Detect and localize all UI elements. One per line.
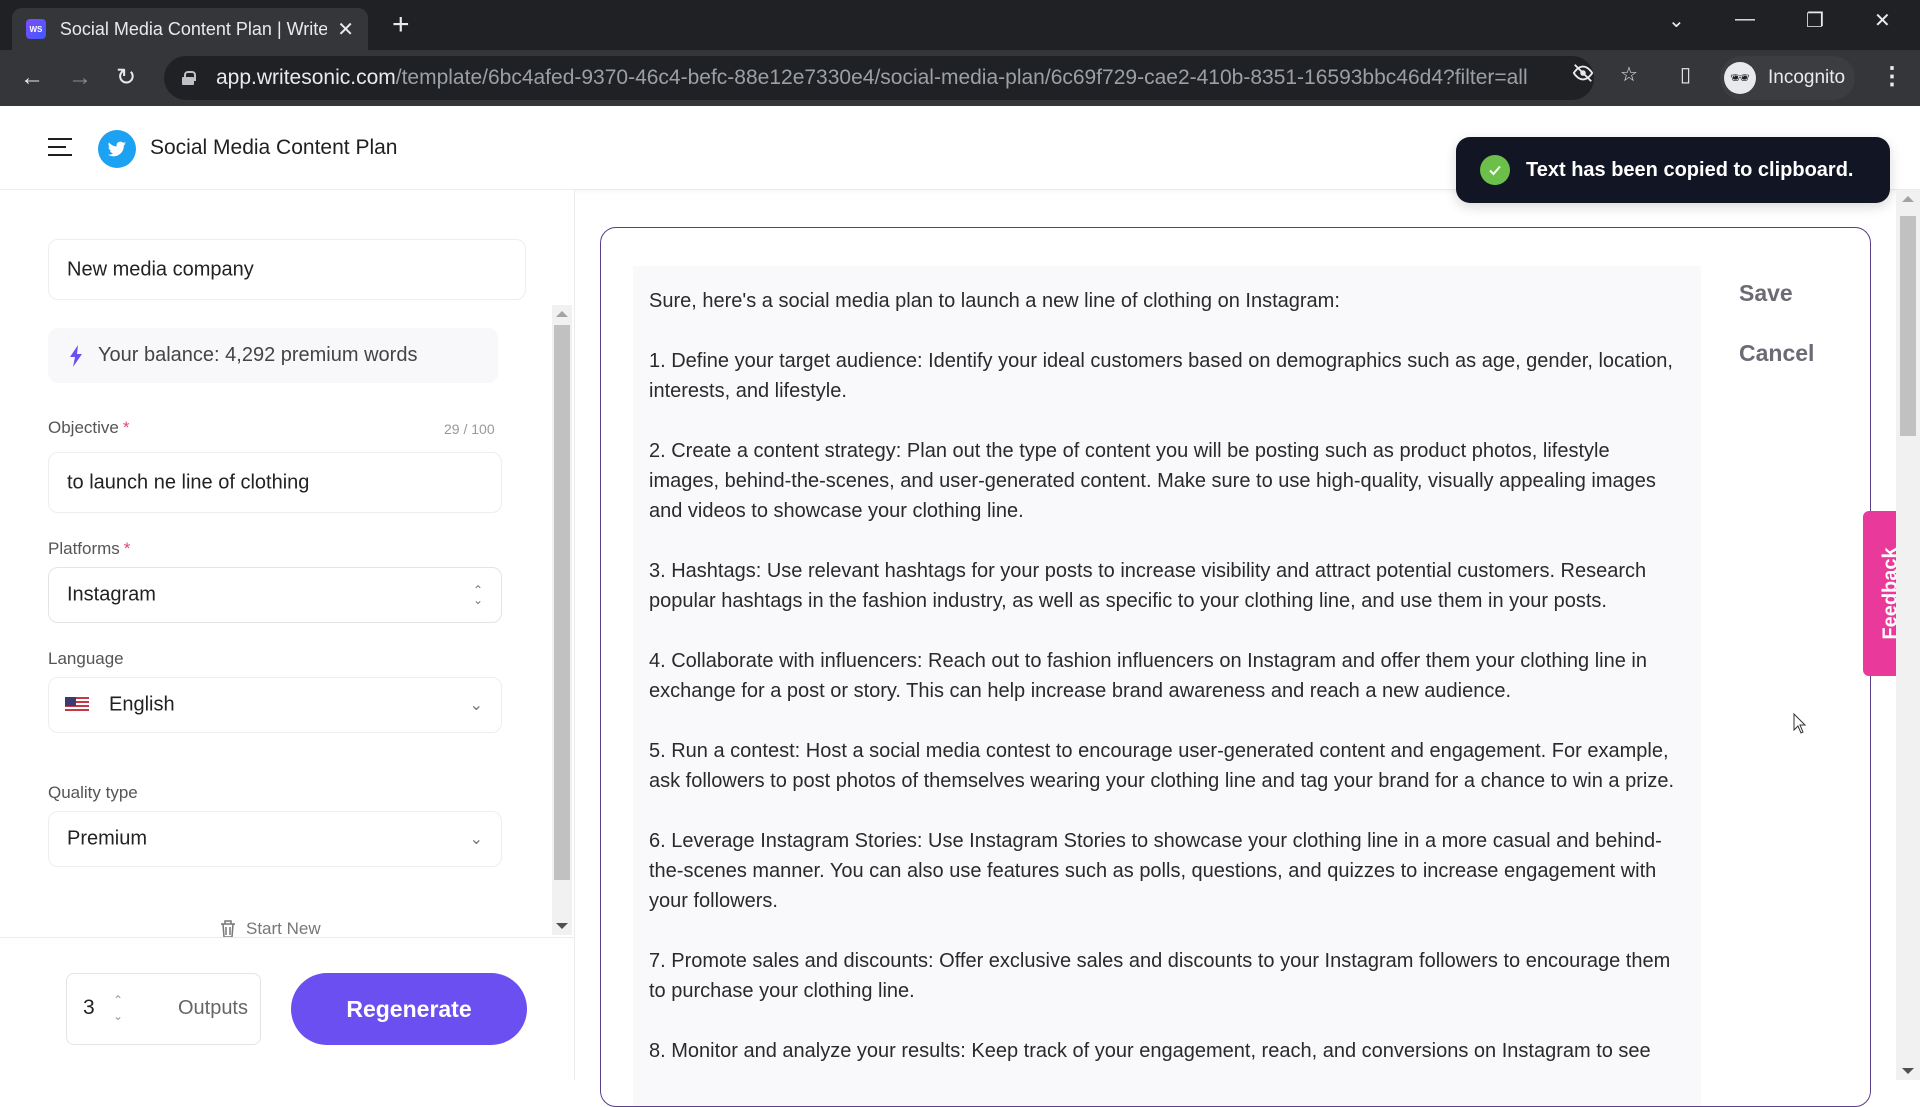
writesonic-favicon-icon: WS bbox=[26, 19, 46, 39]
page-scrollbar[interactable] bbox=[1896, 190, 1920, 1080]
tab-close-icon[interactable]: ✕ bbox=[337, 17, 354, 42]
toast-message: Text has been copied to clipboard. bbox=[1526, 158, 1854, 181]
company-name-input[interactable]: New media company bbox=[48, 239, 526, 300]
window-close-icon[interactable]: ✕ bbox=[1874, 8, 1891, 33]
mouse-cursor-icon bbox=[1793, 713, 1807, 734]
quality-type-select[interactable]: Premium ⌄ bbox=[48, 811, 502, 867]
tab-title: Social Media Content Plan | Writesonic bbox=[59, 18, 328, 39]
form-scrollbar-thumb[interactable] bbox=[554, 325, 570, 880]
forward-icon[interactable]: → bbox=[68, 64, 92, 92]
start-new-button[interactable]: Start New bbox=[220, 920, 321, 938]
trash-icon bbox=[221, 920, 235, 938]
url-input[interactable]: app.writesonic.com/template/6bc4afed-937… bbox=[164, 56, 1594, 100]
back-icon[interactable]: ← bbox=[20, 64, 44, 92]
form-scrollbar[interactable] bbox=[552, 305, 572, 935]
outputs-label: Outputs bbox=[177, 997, 248, 1019]
cancel-button[interactable]: Cancel bbox=[1739, 340, 1814, 367]
balance-banner: Your balance: 4,292 premium words bbox=[48, 328, 498, 383]
minimize-icon[interactable]: — bbox=[1735, 8, 1755, 31]
scroll-down-icon[interactable] bbox=[1902, 1068, 1914, 1074]
quality-type-label: Quality type bbox=[48, 783, 138, 802]
output-card: Sure, here's a social media plan to laun… bbox=[600, 227, 1871, 1107]
url-text: app.writesonic.com/template/6bc4afed-937… bbox=[216, 66, 1528, 89]
tab-search-chevron-icon[interactable]: ⌄ bbox=[1668, 8, 1685, 33]
regenerate-button[interactable]: Regenerate bbox=[291, 973, 527, 1045]
divider bbox=[0, 937, 575, 938]
side-panel-icon[interactable]: ▯ bbox=[1680, 62, 1691, 87]
outputs-value[interactable]: 3 bbox=[83, 996, 95, 1020]
output-plan-step: 7. Promote sales and discounts: Offer ex… bbox=[649, 950, 1671, 1002]
objective-char-counter: 29 / 100 bbox=[444, 421, 495, 437]
twitter-icon bbox=[98, 130, 136, 168]
platforms-label: Platforms * bbox=[48, 539, 131, 558]
scroll-up-icon[interactable] bbox=[556, 311, 568, 317]
chevron-down-icon: ⌄ bbox=[469, 697, 483, 714]
incognito-label: Incognito bbox=[1768, 67, 1846, 88]
language-select[interactable]: English ⌄ bbox=[48, 677, 502, 733]
objective-label: Objective * bbox=[48, 418, 130, 437]
output-plan-step: 5. Run a contest: Host a social media co… bbox=[649, 740, 1675, 792]
output-text-editor[interactable]: Sure, here's a social media plan to laun… bbox=[633, 266, 1701, 1106]
lightning-icon bbox=[70, 344, 82, 367]
restore-icon[interactable]: ❐ bbox=[1806, 8, 1824, 33]
output-plan-step: 2. Create a content strategy: Plan out t… bbox=[649, 440, 1656, 522]
incognito-icon: 🕶 bbox=[1724, 62, 1756, 94]
clipboard-toast: Text has been copied to clipboard. bbox=[1456, 137, 1890, 203]
language-label: Language bbox=[48, 649, 124, 668]
output-plan-step: 4. Collaborate with influencers: Reach o… bbox=[649, 650, 1647, 702]
output-plan-step: 1. Define your target audience: Identify… bbox=[649, 350, 1673, 402]
scroll-up-icon[interactable] bbox=[1902, 196, 1914, 202]
bookmark-star-icon[interactable]: ☆ bbox=[1620, 62, 1638, 87]
lock-icon bbox=[182, 71, 196, 85]
scroll-down-icon[interactable] bbox=[556, 923, 568, 929]
incognito-profile-button[interactable]: 🕶 Incognito bbox=[1720, 56, 1856, 100]
input-form-panel: New media company Your balance: 4,292 pr… bbox=[0, 190, 575, 1080]
output-plan-step: 3. Hashtags: Use relevant hashtags for y… bbox=[649, 560, 1647, 612]
stepper-arrows-icon[interactable]: ⌃ ⌄ bbox=[113, 992, 123, 1024]
output-intro: Sure, here's a social media plan to laun… bbox=[649, 290, 1340, 312]
browser-tab[interactable]: WS Social Media Content Plan | Writesoni… bbox=[12, 8, 368, 50]
browser-menu-icon[interactable]: ⋮ bbox=[1880, 62, 1904, 91]
check-circle-icon bbox=[1480, 155, 1510, 185]
balance-text: Your balance: 4,292 premium words bbox=[98, 344, 418, 366]
eye-off-icon[interactable] bbox=[1572, 62, 1594, 90]
page-scrollbar-thumb[interactable] bbox=[1900, 216, 1916, 436]
new-tab-icon[interactable]: + bbox=[392, 8, 410, 42]
output-plan-step: 8. Monitor and analyze your results: Kee… bbox=[649, 1040, 1651, 1062]
updown-chevron-icon: ⌃ ⌄ bbox=[472, 583, 483, 607]
save-button[interactable]: Save bbox=[1739, 280, 1793, 307]
objective-input[interactable]: to launch ne line of clothing bbox=[48, 452, 502, 513]
address-bar-row: ← → ↻ app.writesonic.com/template/6bc4af… bbox=[0, 50, 1920, 106]
output-plan-step: 6. Leverage Instagram Stories: Use Insta… bbox=[649, 830, 1662, 912]
us-flag-icon bbox=[65, 697, 89, 713]
browser-tab-bar: WS Social Media Content Plan | Writesoni… bbox=[0, 0, 1920, 50]
platforms-select[interactable]: Instagram ⌃ ⌄ bbox=[48, 567, 502, 623]
reload-icon[interactable]: ↻ bbox=[116, 64, 136, 92]
hamburger-menu-icon[interactable] bbox=[48, 138, 72, 158]
outputs-stepper[interactable]: 3 ⌃ ⌄ Outputs bbox=[66, 973, 261, 1045]
page-title: Social Media Content Plan bbox=[150, 136, 398, 159]
chevron-down-icon: ⌄ bbox=[469, 831, 483, 848]
